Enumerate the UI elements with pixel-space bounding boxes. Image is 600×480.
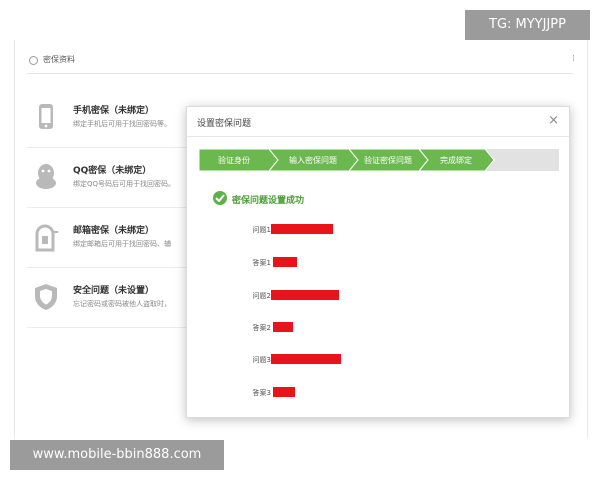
security-item-question[interactable]: 安全问题（未设置） 忘记密码或密码被他人盗取时， bbox=[27, 268, 197, 328]
mailbox-icon bbox=[33, 222, 59, 252]
step-label: 输入密保问题 bbox=[289, 156, 337, 165]
security-item-name: 手机密保（未绑定） bbox=[73, 106, 155, 116]
step-label: 验证密保问题 bbox=[364, 156, 412, 165]
redacted-answer-1 bbox=[273, 257, 297, 267]
security-item-desc: 绑定邮箱后可用于找回密码、辅 bbox=[73, 240, 171, 248]
dialog-header: 设置密保问题 × bbox=[187, 107, 569, 137]
redacted-question-2 bbox=[271, 290, 339, 300]
check-circle-icon bbox=[213, 191, 227, 205]
security-item-desc: 绑定手机后可用于找回密码等。 bbox=[73, 120, 171, 128]
redacted-answer-2 bbox=[273, 322, 293, 332]
step-verify-questions: 验证密保问题 bbox=[349, 149, 429, 171]
section-title: 密保资料 bbox=[43, 55, 75, 64]
security-item-phone[interactable]: 手机密保（未绑定） 绑定手机后可用于找回密码等。 bbox=[27, 88, 197, 148]
redacted-question-3 bbox=[271, 354, 341, 364]
panel-edge-mark: ⁞ bbox=[572, 54, 575, 64]
security-item-email[interactable]: 邮箱密保（未绑定） 绑定邮箱后可用于找回密码、辅 bbox=[27, 208, 197, 268]
qq-penguin-icon bbox=[33, 162, 59, 192]
answer-3-label: 答案3 bbox=[252, 389, 271, 397]
shield-icon bbox=[33, 282, 59, 312]
security-item-name: 安全问题（未设置） bbox=[73, 286, 155, 296]
dialog-title: 设置密保问题 bbox=[197, 119, 252, 129]
step-verify-identity: 验证身份 bbox=[199, 149, 279, 171]
security-item-name: 邮箱密保（未绑定） bbox=[73, 226, 155, 236]
question-1-label: 问题1 bbox=[252, 226, 271, 234]
section-icon bbox=[29, 56, 38, 65]
question-2-label: 问题2 bbox=[252, 292, 271, 300]
security-item-qq[interactable]: QQ密保（未绑定） 绑定QQ号码后可用于找回密码。 bbox=[27, 148, 197, 208]
redacted-answer-3 bbox=[273, 387, 295, 397]
answer-2-label: 答案2 bbox=[252, 324, 271, 332]
step-complete: 完成绑定 bbox=[419, 149, 495, 171]
security-item-desc: 绑定QQ号码后可用于找回密码。 bbox=[73, 180, 176, 188]
question-3-label: 问题3 bbox=[252, 356, 271, 364]
redacted-question-1 bbox=[271, 224, 333, 234]
close-icon[interactable]: × bbox=[548, 114, 559, 128]
phone-icon bbox=[33, 102, 59, 132]
step-label: 验证身份 bbox=[218, 156, 250, 165]
url-watermark: www.mobile-bbin888.com bbox=[10, 440, 224, 470]
section-header: 密保资料 ⁞ bbox=[27, 54, 575, 74]
security-item-desc: 忘记密码或密码被他人盗取时， bbox=[73, 300, 171, 308]
answer-1-label: 答案1 bbox=[252, 259, 271, 267]
success-text: 密保问题设置成功 bbox=[232, 196, 305, 206]
security-item-name: QQ密保（未绑定） bbox=[73, 166, 152, 176]
step-enter-questions: 输入密保问题 bbox=[269, 149, 359, 171]
progress-steps: 验证身份 输入密保问题 验证密保问题 完成绑定 bbox=[199, 149, 559, 171]
tg-watermark: TG: MYYJJPP bbox=[465, 10, 590, 40]
step-label: 完成绑定 bbox=[440, 156, 472, 165]
security-question-dialog: 设置密保问题 × 验证身份 输入密保问题 验证密保问题 完成绑定 密保问题设置成… bbox=[186, 106, 570, 418]
